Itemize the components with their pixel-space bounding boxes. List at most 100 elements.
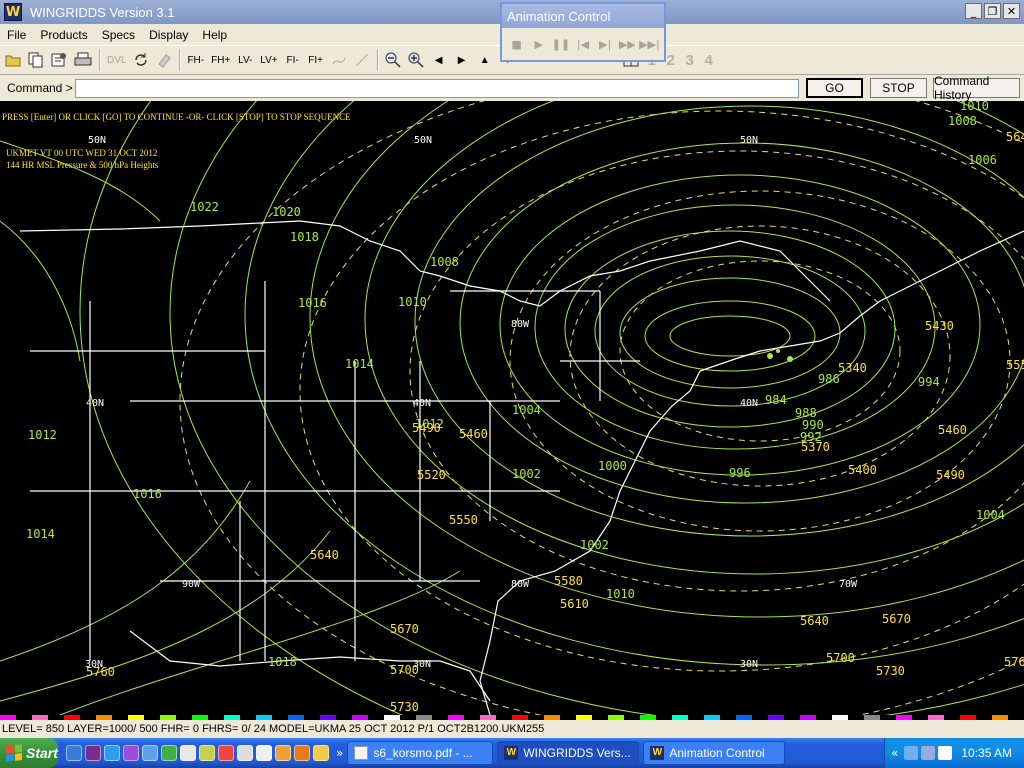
- fast-forward-icon: ▶▶: [618, 37, 636, 51]
- pressure-label: 1008: [948, 114, 977, 128]
- height-label: 5640: [1006, 130, 1024, 144]
- go-button[interactable]: GO: [806, 78, 863, 98]
- anim-last-frame-button[interactable]: ▶|: [595, 33, 616, 55]
- refresh-icon: [135, 53, 148, 66]
- lat-lon-label: 90W: [182, 579, 201, 590]
- app-icon[interactable]: [123, 745, 139, 761]
- map-header-line1: UKMET VT 00 UTC WED 31 OCT 2012: [6, 148, 158, 158]
- print-button[interactable]: [71, 49, 95, 71]
- map-display[interactable]: 50N 50N 50N 40N 40N 40N 30N 30N 30N 90W 80W 80W 70W …: [0, 101, 1024, 715]
- pdf-file-icon: [354, 746, 369, 760]
- firefox-icon[interactable]: [275, 745, 291, 761]
- fh-plus-button[interactable]: FH+: [208, 49, 233, 71]
- isobar: [0, 480, 251, 662]
- height-label: 5550: [449, 513, 478, 527]
- pressure-label: 1020: [272, 205, 301, 219]
- calculator-icon[interactable]: [237, 745, 253, 761]
- open-folder-button[interactable]: [2, 49, 24, 71]
- animation-task-icon: W: [650, 746, 665, 760]
- properties-icon: [51, 53, 66, 67]
- height-contour: [299, 110, 1024, 672]
- refresh-button[interactable]: [130, 49, 152, 71]
- height-label: 5760: [86, 665, 115, 679]
- network-icon[interactable]: [142, 745, 158, 761]
- zoom-in-button[interactable]: [405, 49, 427, 71]
- copy-button[interactable]: [25, 49, 47, 71]
- taskbar-pdf-button[interactable]: s6_korsmo.pdf - ...: [347, 741, 494, 765]
- anim-play-button[interactable]: ▶: [528, 33, 549, 55]
- menu-file[interactable]: File: [0, 28, 33, 42]
- volume-tray-icon[interactable]: [921, 746, 936, 760]
- zoom-out-button[interactable]: [382, 49, 404, 71]
- pan-right-button[interactable]: ▶: [451, 49, 473, 71]
- menu-specs[interactable]: Specs: [95, 28, 142, 42]
- chrome-like-icon[interactable]: [161, 745, 177, 761]
- minimize-button[interactable]: _: [965, 3, 982, 19]
- pressure-label: 1018: [290, 230, 319, 244]
- firefox-alt-icon[interactable]: [294, 745, 310, 761]
- pan-left-button[interactable]: ◀: [428, 49, 450, 71]
- pressure-label: 1022: [190, 200, 219, 214]
- low-center-marker: [787, 356, 793, 362]
- anim-stop-button[interactable]: ■: [506, 33, 527, 55]
- contour-button[interactable]: [328, 49, 350, 71]
- restore-button[interactable]: ❐: [984, 3, 1001, 19]
- search-icon[interactable]: [180, 745, 196, 761]
- command-history-button[interactable]: Command History: [933, 74, 1020, 102]
- stop-button[interactable]: STOP: [870, 78, 927, 98]
- menu-help[interactable]: Help: [195, 28, 234, 42]
- media-icon[interactable]: [85, 745, 101, 761]
- height-contour: [569, 225, 951, 487]
- pan-up-button[interactable]: ▲: [474, 49, 496, 71]
- pressure-label: 984: [765, 393, 787, 407]
- acrobat-icon[interactable]: [256, 745, 272, 761]
- state-line: [30, 290, 640, 661]
- chrome-icon[interactable]: [218, 745, 234, 761]
- paint-icon[interactable]: [199, 745, 215, 761]
- line-tool-button[interactable]: [351, 49, 373, 71]
- pressure-label: 1006: [968, 153, 997, 167]
- frame-3-button[interactable]: 3: [681, 49, 699, 71]
- taskbar-wingridds-button[interactable]: W WINGRIDDS Vers...: [497, 741, 640, 765]
- height-label: 5580: [554, 574, 583, 588]
- status-bar: LEVEL= 850 LAYER=1000/ 500 FHR= 0 FHRS= …: [0, 720, 1024, 738]
- fh-minus-button[interactable]: FH-: [184, 49, 207, 71]
- ie-icon[interactable]: [66, 745, 82, 761]
- fi-plus-button[interactable]: FI+: [305, 49, 327, 71]
- security-tray-icon[interactable]: [938, 746, 953, 760]
- coastline-northeast: [699, 230, 1024, 372]
- anim-loop-button[interactable]: ▶▶|: [639, 33, 660, 55]
- dvl-button[interactable]: DVL: [104, 49, 129, 71]
- anim-pause-button[interactable]: ❚❚: [550, 33, 571, 55]
- pressure-label: 1002: [580, 538, 609, 552]
- eraser-button[interactable]: [153, 49, 175, 71]
- menu-display[interactable]: Display: [142, 28, 195, 42]
- anim-first-frame-button[interactable]: |◀: [572, 33, 593, 55]
- folder-icon[interactable]: [313, 745, 329, 761]
- taskbar-animation-button[interactable]: W Animation Control: [643, 741, 786, 765]
- quick-launch-more-icon[interactable]: »: [336, 746, 343, 760]
- close-button[interactable]: ✕: [1003, 3, 1020, 19]
- pressure-label: 1002: [512, 467, 541, 481]
- status-text: LEVEL= 850 LAYER=1000/ 500 FHR= 0 FHRS= …: [2, 723, 545, 735]
- isobar: [59, 570, 461, 715]
- height-label: 5730: [876, 664, 905, 678]
- pressure-label: 1012: [28, 428, 57, 442]
- fi-minus-button[interactable]: FI-: [282, 49, 304, 71]
- start-button[interactable]: Start: [0, 738, 58, 768]
- height-label: 5670: [390, 622, 419, 636]
- lv-plus-button[interactable]: LV+: [257, 49, 280, 71]
- lat-lon-label: 50N: [740, 135, 758, 146]
- messenger-icon[interactable]: [104, 745, 120, 761]
- command-input[interactable]: [75, 78, 799, 98]
- menu-products[interactable]: Products: [33, 28, 94, 42]
- height-label: 5370: [801, 440, 830, 454]
- properties-button[interactable]: [48, 49, 70, 71]
- map-prompt-text: PRESS [Enter] OR CLICK [GO] TO CONTINUE …: [2, 112, 351, 122]
- anim-fast-forward-button[interactable]: ▶▶: [617, 33, 638, 55]
- toolbar-separator: [179, 49, 182, 71]
- tray-expand-icon[interactable]: «: [891, 746, 898, 760]
- network-tray-icon[interactable]: [904, 746, 919, 760]
- frame-4-button[interactable]: 4: [700, 49, 718, 71]
- lv-minus-button[interactable]: LV-: [234, 49, 256, 71]
